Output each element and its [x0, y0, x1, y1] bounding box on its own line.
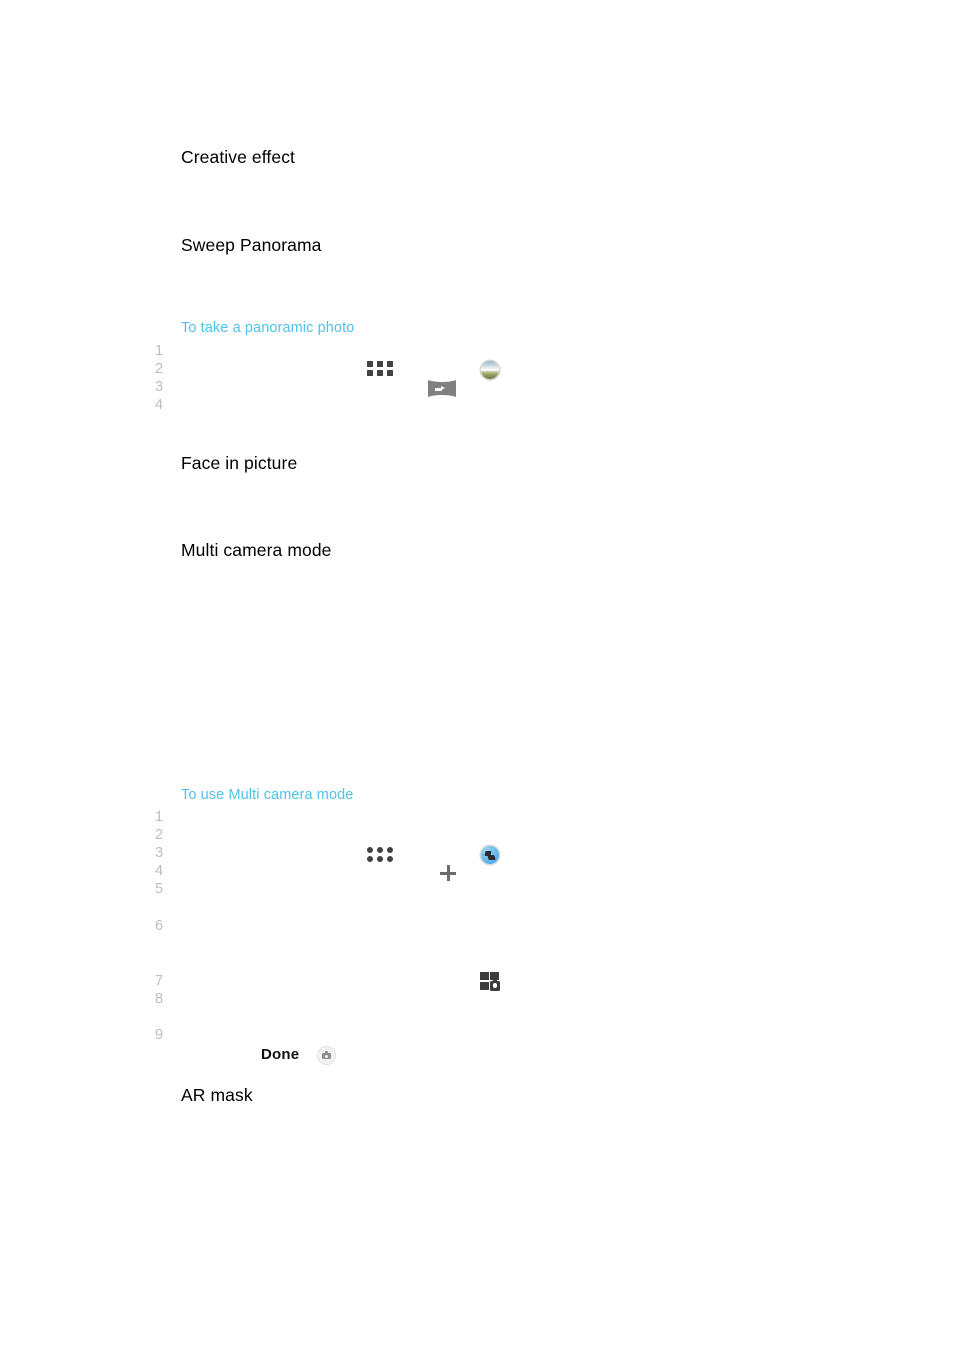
sweep-panorama-button-icon: [428, 379, 456, 398]
mode-grid-icon: [367, 361, 393, 376]
document-page: Creative effect Sweep Panorama To take a…: [0, 0, 954, 1350]
list-item-number: 3: [155, 379, 164, 395]
procedure-title-multi-camera-mode: To use Multi camera mode: [181, 787, 354, 803]
done-label: Done: [261, 1046, 300, 1063]
list-item-number: 1: [155, 809, 164, 825]
list-item-number: 9: [155, 1027, 164, 1043]
list-item-number: 3: [155, 845, 164, 861]
list-item-number: 2: [155, 827, 164, 843]
list-item-number: 4: [155, 863, 164, 879]
section-heading-multi-camera-mode: Multi camera mode: [181, 540, 332, 560]
mode-grid-icon: [367, 847, 393, 862]
list-item-number: 8: [155, 991, 164, 1007]
camera-shutter-chip-icon: [317, 1046, 336, 1065]
list-item-number: 7: [155, 973, 164, 989]
list-item-number: 6: [155, 918, 164, 934]
multi-camera-mode-icon: [481, 846, 499, 864]
list-item-number: 5: [155, 881, 164, 897]
section-heading-sweep-panorama: Sweep Panorama: [181, 235, 322, 255]
section-heading-face-in-picture: Face in picture: [181, 453, 298, 473]
panorama-mode-icon: [481, 361, 499, 379]
layout-camera-icon: [480, 972, 500, 991]
procedure-title-panoramic-photo: To take a panoramic photo: [181, 320, 355, 336]
section-heading-creative-effect: Creative effect: [181, 147, 296, 167]
section-heading-ar-mask: AR mask: [181, 1085, 253, 1105]
list-item-number: 2: [155, 361, 164, 377]
list-item-number: 1: [155, 343, 164, 359]
add-camera-plus-icon: [440, 865, 456, 881]
list-item-number: 4: [155, 397, 164, 413]
